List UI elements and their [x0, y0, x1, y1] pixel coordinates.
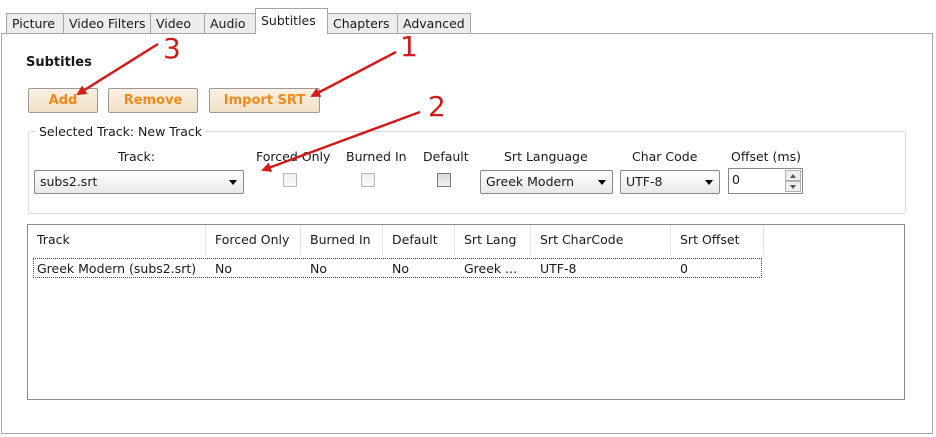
add-button[interactable]: Add [28, 88, 98, 113]
cell-srt-offset: 0 [680, 261, 688, 276]
cell-burned-in: No [310, 261, 327, 276]
tab-chapters[interactable]: Chapters [327, 13, 398, 33]
column-header-forced-only[interactable]: Forced Only [206, 225, 301, 255]
cell-forced-only: No [215, 261, 232, 276]
annotation-number-2: 2 [428, 90, 446, 123]
column-header-default[interactable]: Default [383, 225, 455, 255]
track-label: Track: [118, 149, 155, 164]
section-title: Subtitles [26, 55, 92, 70]
spin-up-button[interactable] [785, 170, 801, 181]
track-select-value: subs2.srt [40, 174, 98, 189]
annotation-number-1: 1 [400, 30, 418, 63]
import-srt-button[interactable]: Import SRT [209, 88, 320, 113]
chevron-down-icon [705, 180, 713, 185]
char-code-label: Char Code [632, 149, 698, 164]
offset-value: 0 [732, 172, 740, 187]
default-checkbox[interactable] [437, 173, 451, 187]
column-header-srt-offset[interactable]: Srt Offset [671, 225, 764, 255]
offset-spinbox[interactable]: 0 [728, 168, 803, 194]
annotation-number-3: 3 [163, 32, 181, 65]
cell-default: No [392, 261, 409, 276]
char-code-value: UTF-8 [626, 174, 663, 189]
tab-bar: Picture Video Filters Video Audio Subtit… [0, 0, 936, 34]
cell-srt-lang: Greek ... [464, 261, 518, 276]
cell-srt-charcode: UTF-8 [540, 261, 577, 276]
forced-only-checkbox[interactable] [283, 173, 297, 187]
spin-buttons [785, 170, 801, 192]
offset-label: Offset (ms) [731, 149, 801, 164]
track-select[interactable]: subs2.srt [34, 170, 244, 194]
column-header-track[interactable]: Track [28, 225, 206, 255]
selected-track-legend: Selected Track: New Track [36, 124, 206, 139]
subtitle-tracks-list[interactable]: Track Forced Only Burned In Default Srt … [27, 224, 905, 400]
arrow-down-icon [790, 185, 796, 189]
srt-language-select[interactable]: Greek Modern [480, 170, 613, 194]
burned-in-label: Burned In [346, 149, 407, 164]
tab-video[interactable]: Video [150, 13, 205, 33]
tab-subtitles[interactable]: Subtitles [255, 8, 328, 34]
column-header-burned-in[interactable]: Burned In [301, 225, 383, 255]
srt-language-label: Srt Language [504, 149, 588, 164]
chevron-down-icon [229, 180, 237, 185]
tab-picture[interactable]: Picture [6, 13, 64, 33]
chevron-down-icon [598, 180, 606, 185]
srt-language-value: Greek Modern [486, 174, 575, 189]
remove-button[interactable]: Remove [108, 88, 198, 113]
column-header-srt-lang[interactable]: Srt Lang [455, 225, 531, 255]
arrow-up-icon [790, 174, 796, 178]
char-code-select[interactable]: UTF-8 [620, 170, 720, 194]
column-header-srt-charcode[interactable]: Srt CharCode [531, 225, 671, 255]
tab-video-filters[interactable]: Video Filters [63, 13, 151, 33]
cell-track: Greek Modern (subs2.srt) [37, 261, 197, 276]
spin-down-button[interactable] [785, 181, 801, 192]
tab-audio[interactable]: Audio [204, 13, 256, 33]
default-label: Default [423, 149, 469, 164]
burned-in-checkbox[interactable] [361, 173, 375, 187]
forced-only-label: Forced Only [256, 149, 331, 164]
